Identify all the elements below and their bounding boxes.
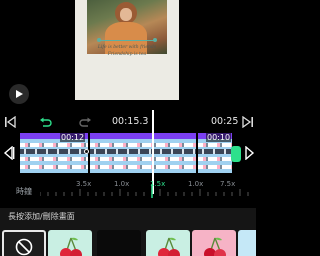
- clip-2-strip-c: [90, 157, 196, 161]
- play-icon: [16, 90, 23, 98]
- selection-handle-right[interactable]: [153, 38, 157, 42]
- photo-face: [120, 8, 132, 21]
- cherry-icon: [60, 237, 82, 256]
- transport-bar: 00:15.3 00:25: [0, 113, 256, 131]
- sticker-option-dark[interactable]: [97, 230, 141, 256]
- clip-3-duration: 00:10: [206, 133, 232, 142]
- panel-title: 長按添加/刪除畫面: [8, 212, 75, 221]
- clip-1-strip-b: [20, 149, 88, 154]
- clip-3-strip-a: [198, 143, 232, 147]
- sticker-panel: 長按添加/刪除畫面: [0, 208, 256, 256]
- sticker-option-cherry-1[interactable]: [48, 230, 92, 256]
- no-sticker-icon: [15, 238, 33, 256]
- video-preview[interactable]: Life is better with friends Friendship i…: [0, 0, 256, 112]
- text-line-2[interactable]: Friendship is tea: [75, 52, 179, 57]
- undo-button[interactable]: [38, 116, 52, 128]
- text-line-1[interactable]: Life is better with friends: [75, 45, 179, 50]
- preview-frame[interactable]: Life is better with friends Friendship i…: [75, 0, 179, 100]
- clip-1-strip-d: [20, 165, 88, 169]
- sticker-option-cherry-2[interactable]: [146, 230, 190, 256]
- redo-button[interactable]: [78, 116, 92, 128]
- clip-3-strip-c: [198, 157, 232, 161]
- clip-1-strip-a: [20, 143, 88, 147]
- clip-1[interactable]: 00:12: [20, 133, 88, 173]
- timeline-track[interactable]: 00:12 00:10: [0, 131, 256, 175]
- ruler-label: 時鐘: [16, 187, 32, 196]
- ruler-tick-1: 3.5x: [76, 180, 92, 188]
- sticker-option-blue[interactable]: [238, 230, 256, 256]
- play-button[interactable]: [9, 84, 29, 104]
- clip-2-strip-d: [90, 165, 196, 169]
- selection-handle-left[interactable]: [97, 38, 101, 42]
- redo-icon: [78, 117, 91, 127]
- sticker-option-cherry-3[interactable]: [192, 230, 236, 256]
- clip-2-header: [90, 133, 196, 139]
- undo-icon: [39, 117, 52, 127]
- clip-2[interactable]: [90, 133, 196, 173]
- ruler-tick-4: 1.0x: [188, 180, 204, 188]
- clip-3[interactable]: 00:10: [198, 133, 232, 173]
- clip-2-strip-b: [90, 149, 196, 154]
- ruler-tick-2: 1.0x: [114, 180, 130, 188]
- current-time: 00:15.3: [112, 116, 149, 127]
- chevron-left-icon: [3, 146, 15, 160]
- cherry-icon: [158, 237, 180, 256]
- clip-1-duration: 00:12: [60, 133, 86, 142]
- skip-to-end-icon: [242, 116, 253, 128]
- trim-right-button[interactable]: [242, 145, 256, 161]
- clip-3-strip-b: [198, 149, 232, 154]
- clip-2-strip-a: [90, 143, 196, 147]
- clip-3-strip-d: [198, 165, 232, 169]
- ruler-tick-3: 1.5x: [150, 180, 166, 188]
- skip-to-start-button[interactable]: [3, 116, 17, 128]
- cherry-icon: [204, 237, 226, 256]
- video-editor: Life is better with friends Friendship i…: [0, 0, 256, 256]
- chevron-right-icon: [245, 146, 255, 160]
- clip-end-handle[interactable]: [231, 146, 241, 162]
- trim-left-button[interactable]: [2, 145, 16, 161]
- clip-split-marker[interactable]: [84, 149, 89, 154]
- skip-to-end-button[interactable]: [241, 116, 255, 128]
- clip-1-strip-c: [20, 157, 88, 161]
- end-time: 00:25: [211, 116, 239, 127]
- selection-line: [99, 40, 155, 41]
- no-sticker-option[interactable]: [2, 230, 46, 256]
- skip-to-start-icon: [5, 116, 16, 128]
- ruler-tick-5: 7.5x: [220, 180, 236, 188]
